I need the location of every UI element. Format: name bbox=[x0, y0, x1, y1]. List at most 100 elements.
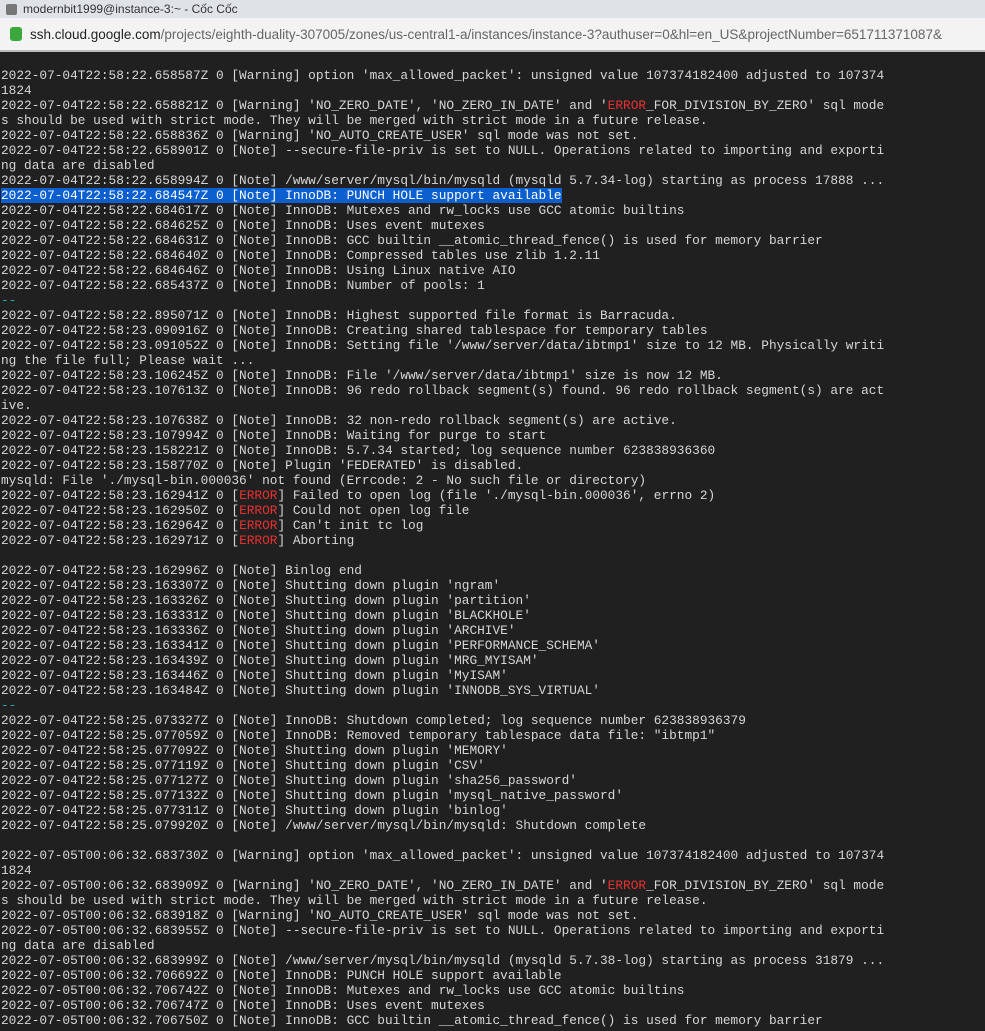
line-text: 2022-07-04T22:58:22.684646Z 0 [Note] Inn… bbox=[1, 263, 516, 278]
error-tag: ERROR bbox=[607, 878, 647, 893]
terminal-line: 2022-07-05T00:06:32.683918Z 0 [Warning] … bbox=[1, 908, 985, 923]
window-titlebar: modernbit1999@instance-3:~ - Cốc Cốc bbox=[0, 0, 985, 18]
terminal-line: 2022-07-04T22:58:22.684547Z 0 [Note] Inn… bbox=[1, 188, 985, 203]
line-text: -- bbox=[1, 698, 17, 713]
terminal-line: ng the file full; Please wait ... bbox=[1, 353, 985, 368]
line-text: ng the file full; Please wait ... bbox=[1, 353, 255, 368]
line-text: 2022-07-04T22:58:23.107994Z 0 [Note] Inn… bbox=[1, 428, 547, 443]
terminal-line: 2022-07-04T22:58:25.079920Z 0 [Note] /ww… bbox=[1, 818, 985, 833]
terminal-line: 2022-07-04T22:58:22.658821Z 0 [Warning] … bbox=[1, 98, 985, 113]
line-text: 2022-07-04T22:58:23.107638Z 0 [Note] Inn… bbox=[1, 413, 677, 428]
terminal-line: 1824 bbox=[1, 83, 985, 98]
line-text: 2022-07-04T22:58:25.077311Z 0 [Note] Shu… bbox=[1, 803, 508, 818]
line-text: 2022-07-04T22:58:23.163439Z 0 [Note] Shu… bbox=[1, 653, 539, 668]
terminal-line: 2022-07-05T00:06:32.706742Z 0 [Note] Inn… bbox=[1, 983, 985, 998]
terminal-line: 2022-07-04T22:58:25.077092Z 0 [Note] Shu… bbox=[1, 743, 985, 758]
terminal-line: 2022-07-04T22:58:22.684625Z 0 [Note] Inn… bbox=[1, 218, 985, 233]
terminal-line: 2022-07-04T22:58:23.162996Z 0 [Note] Bin… bbox=[1, 563, 985, 578]
line-text: 2022-07-04T22:58:25.073327Z 0 [Note] Inn… bbox=[1, 713, 746, 728]
terminal-line: 2022-07-04T22:58:22.658587Z 0 [Warning] … bbox=[1, 68, 985, 83]
line-text: 2022-07-04T22:58:25.079920Z 0 [Note] /ww… bbox=[1, 818, 647, 833]
line-text: 2022-07-04T22:58:22.895071Z 0 [Note] Inn… bbox=[1, 308, 677, 323]
line-text: 2022-07-04T22:58:23.162971Z 0 [ bbox=[1, 533, 240, 548]
line-text: 2022-07-04T22:58:25.077092Z 0 [Note] Shu… bbox=[1, 743, 508, 758]
terminal-line: 2022-07-05T00:06:32.706692Z 0 [Note] Inn… bbox=[1, 968, 985, 983]
terminal-line: s should be used with strict mode. They … bbox=[1, 893, 985, 908]
line-text: _FOR_DIVISION_BY_ZERO' sql mode bbox=[646, 98, 885, 113]
line-text: 2022-07-04T22:58:25.077127Z 0 [Note] Shu… bbox=[1, 773, 577, 788]
terminal-line: 2022-07-04T22:58:25.077311Z 0 [Note] Shu… bbox=[1, 803, 985, 818]
terminal-line: ng data are disabled bbox=[1, 938, 985, 953]
terminal-line: 2022-07-04T22:58:23.163341Z 0 [Note] Shu… bbox=[1, 638, 985, 653]
line-text: mysqld: File './mysql-bin.000036' not fo… bbox=[1, 473, 647, 488]
line-text: 2022-07-04T22:58:23.107613Z 0 [Note] Inn… bbox=[1, 383, 885, 398]
line-text: 2022-07-05T00:06:32.683999Z 0 [Note] /ww… bbox=[1, 953, 885, 968]
line-text: 2022-07-05T00:06:32.706692Z 0 [Note] Inn… bbox=[1, 968, 562, 983]
terminal-line: -- bbox=[1, 293, 985, 308]
line-text: 2022-07-05T00:06:32.706747Z 0 [Note] Inn… bbox=[1, 998, 485, 1013]
line-text: ng data are disabled bbox=[1, 158, 155, 173]
terminal-line: 2022-07-04T22:58:23.162941Z 0 [ERROR] Fa… bbox=[1, 488, 985, 503]
terminal-line: 2022-07-04T22:58:22.684640Z 0 [Note] Inn… bbox=[1, 248, 985, 263]
terminal-line: 2022-07-04T22:58:23.163484Z 0 [Note] Shu… bbox=[1, 683, 985, 698]
terminal-line: 2022-07-04T22:58:22.658994Z 0 [Note] /ww… bbox=[1, 173, 985, 188]
selected-text: 2022-07-04T22:58:22.684547Z 0 [Note] Inn… bbox=[1, 188, 562, 203]
line-text: 2022-07-04T22:58:22.658836Z 0 [Warning] … bbox=[1, 128, 639, 143]
terminal-line: 2022-07-04T22:58:23.163331Z 0 [Note] Shu… bbox=[1, 608, 985, 623]
terminal-line: 2022-07-04T22:58:23.163336Z 0 [Note] Shu… bbox=[1, 623, 985, 638]
line-text: 2022-07-04T22:58:23.163446Z 0 [Note] Shu… bbox=[1, 668, 508, 683]
terminal-line: 2022-07-04T22:58:23.162971Z 0 [ERROR] Ab… bbox=[1, 533, 985, 548]
line-text: 2022-07-05T00:06:32.683955Z 0 [Note] --s… bbox=[1, 923, 885, 938]
line-text: -- bbox=[1, 293, 17, 308]
terminal-line: 2022-07-04T22:58:25.077059Z 0 [Note] Inn… bbox=[1, 728, 985, 743]
line-text: 2022-07-04T22:58:23.091052Z 0 [Note] Inn… bbox=[1, 338, 885, 353]
line-text: 2022-07-04T22:58:23.163331Z 0 [Note] Shu… bbox=[1, 608, 531, 623]
line-text: ive. bbox=[1, 398, 32, 413]
error-tag: ERROR bbox=[239, 488, 278, 503]
terminal-line: 1824 bbox=[1, 863, 985, 878]
terminal-line: 2022-07-04T22:58:22.684617Z 0 [Note] Inn… bbox=[1, 203, 985, 218]
terminal-line: 2022-07-04T22:58:25.073327Z 0 [Note] Inn… bbox=[1, 713, 985, 728]
line-text: 2022-07-04T22:58:25.077132Z 0 [Note] Shu… bbox=[1, 788, 624, 803]
terminal-line: ive. bbox=[1, 398, 985, 413]
terminal-line: s should be used with strict mode. They … bbox=[1, 113, 985, 128]
error-tag: ERROR bbox=[239, 533, 278, 548]
error-tag: ERROR bbox=[239, 503, 278, 518]
terminal-line: 2022-07-04T22:58:23.162950Z 0 [ERROR] Co… bbox=[1, 503, 985, 518]
line-text: 2022-07-04T22:58:23.163484Z 0 [Note] Shu… bbox=[1, 683, 600, 698]
terminal-line: 2022-07-05T00:06:32.683730Z 0 [Warning] … bbox=[1, 848, 985, 863]
terminal-line: 2022-07-04T22:58:23.158221Z 0 [Note] Inn… bbox=[1, 443, 985, 458]
terminal-line: 2022-07-04T22:58:22.658836Z 0 [Warning] … bbox=[1, 128, 985, 143]
line-text: 2022-07-04T22:58:22.684617Z 0 [Note] Inn… bbox=[1, 203, 685, 218]
line-text: 2022-07-04T22:58:23.163307Z 0 [Note] Shu… bbox=[1, 578, 501, 593]
line-text: 2022-07-04T22:58:23.090916Z 0 [Note] Inn… bbox=[1, 323, 708, 338]
line-text: 2022-07-04T22:58:22.658901Z 0 [Note] --s… bbox=[1, 143, 885, 158]
terminal-app-icon bbox=[6, 3, 17, 15]
line-text: ] Can't init tc log bbox=[277, 518, 424, 533]
line-text: 2022-07-04T22:58:25.077059Z 0 [Note] Inn… bbox=[1, 728, 716, 743]
line-text: 2022-07-04T22:58:23.162996Z 0 [Note] Bin… bbox=[1, 563, 362, 578]
line-text: 2022-07-04T22:58:23.163336Z 0 [Note] Shu… bbox=[1, 623, 516, 638]
line-text: 2022-07-05T00:06:32.683909Z 0 [Warning] … bbox=[1, 878, 608, 893]
line-text: 2022-07-04T22:58:23.106245Z 0 [Note] Inn… bbox=[1, 368, 723, 383]
line-text: 2022-07-05T00:06:32.706750Z 0 [Note] Inn… bbox=[1, 1013, 823, 1028]
terminal-line: 2022-07-04T22:58:22.685437Z 0 [Note] Inn… bbox=[1, 278, 985, 293]
address-bar[interactable]: ssh.cloud.google.com/projects/eighth-dua… bbox=[0, 18, 985, 52]
secure-lock-icon[interactable] bbox=[10, 27, 22, 41]
line-text: 2022-07-04T22:58:22.684625Z 0 [Note] Inn… bbox=[1, 218, 485, 233]
terminal-line: 2022-07-04T22:58:22.684646Z 0 [Note] Inn… bbox=[1, 263, 985, 278]
terminal-line: 2022-07-04T22:58:22.895071Z 0 [Note] Inn… bbox=[1, 308, 985, 323]
line-text: ] Aborting bbox=[277, 533, 355, 548]
line-text: 2022-07-04T22:58:23.158770Z 0 [Note] Plu… bbox=[1, 458, 524, 473]
line-text: 2022-07-04T22:58:22.658821Z 0 [Warning] … bbox=[1, 98, 608, 113]
url-text[interactable]: ssh.cloud.google.com/projects/eighth-dua… bbox=[30, 27, 942, 42]
terminal-line: 2022-07-04T22:58:23.163439Z 0 [Note] Shu… bbox=[1, 653, 985, 668]
terminal-output[interactable]: 2022-07-04T22:58:22.658587Z 0 [Warning] … bbox=[0, 52, 985, 1028]
terminal-line: 2022-07-04T22:58:23.162964Z 0 [ERROR] Ca… bbox=[1, 518, 985, 533]
terminal-line: 2022-07-04T22:58:23.107638Z 0 [Note] Inn… bbox=[1, 413, 985, 428]
line-text: 1824 bbox=[1, 83, 32, 98]
terminal-line: 2022-07-05T00:06:32.683909Z 0 [Warning] … bbox=[1, 878, 985, 893]
terminal-line: 2022-07-04T22:58:22.684631Z 0 [Note] Inn… bbox=[1, 233, 985, 248]
